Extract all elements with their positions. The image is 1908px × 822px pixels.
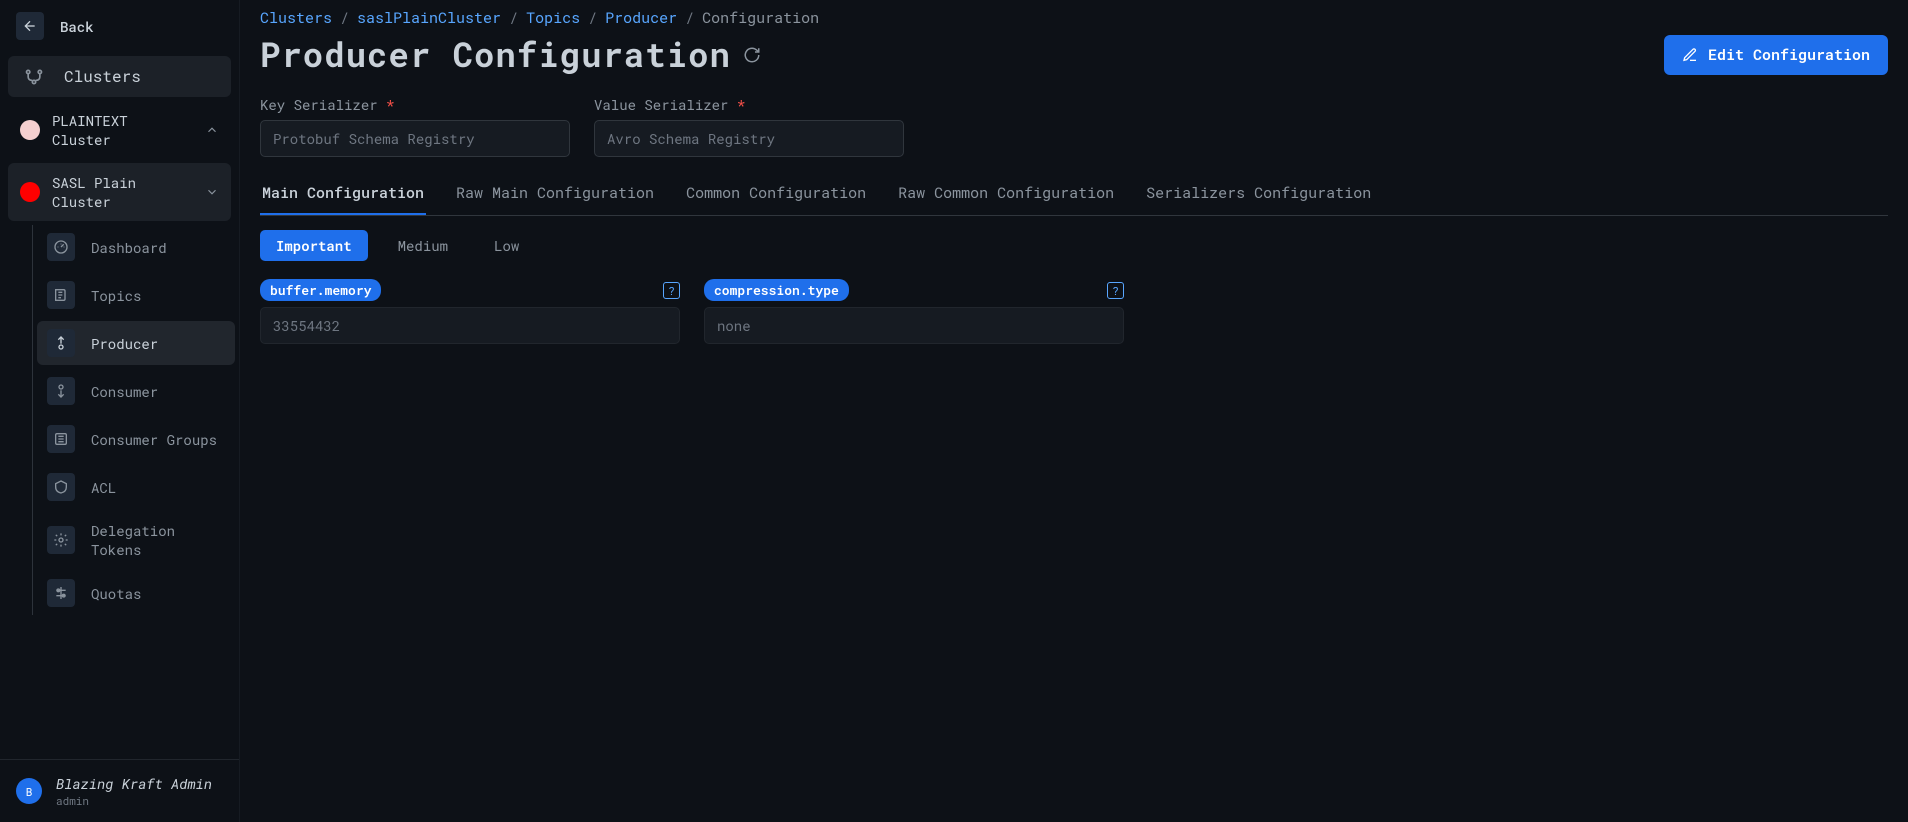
producer-icon	[47, 329, 75, 357]
cluster-name: SASL Plain Cluster	[52, 173, 193, 211]
filter-low[interactable]: Low	[478, 230, 535, 261]
key-serializer-label: Key Serializer *	[260, 95, 570, 114]
chevron-up-icon	[205, 123, 219, 137]
config-compression-type: compression.type ?	[704, 279, 1124, 344]
value-serializer-label: Value Serializer *	[594, 95, 904, 114]
nav-label: Consumer	[91, 382, 158, 401]
filter-important[interactable]: Important	[260, 230, 368, 261]
nav-label: Dashboard	[91, 238, 167, 257]
tab-raw-main-config[interactable]: Raw Main Configuration	[454, 173, 656, 215]
nav-consumer-groups[interactable]: Consumer Groups	[37, 417, 235, 461]
config-name-badge: compression.type	[704, 279, 849, 301]
cluster-name: PLAINTEXT Cluster	[52, 111, 193, 149]
nav-label: Quotas	[91, 584, 141, 603]
nav-acl[interactable]: ACL	[37, 465, 235, 509]
nav-delegation-tokens[interactable]: Delegation Tokens	[37, 513, 235, 567]
nav-topics[interactable]: Topics	[37, 273, 235, 317]
config-value-input[interactable]	[260, 307, 680, 344]
nav-list: Dashboard Topics Producer Consumer Consu…	[32, 225, 239, 615]
clusters-label: Clusters	[64, 66, 141, 87]
crumb-clusters[interactable]: Clusters	[260, 8, 332, 28]
edit-button-label: Edit Configuration	[1708, 45, 1870, 65]
acl-icon	[47, 473, 75, 501]
crumb-current: Configuration	[702, 8, 819, 28]
tab-raw-common-config[interactable]: Raw Common Configuration	[896, 173, 1116, 215]
crumb-sep: /	[588, 8, 597, 28]
breadcrumb: Clusters / saslPlainCluster / Topics / P…	[260, 8, 1888, 28]
main-content: Clusters / saslPlainCluster / Topics / P…	[240, 0, 1908, 822]
edit-configuration-button[interactable]: Edit Configuration	[1664, 35, 1888, 75]
refresh-icon[interactable]	[743, 46, 761, 64]
nav-producer[interactable]: Producer	[37, 321, 235, 365]
crumb-cluster-id[interactable]: saslPlainCluster	[357, 8, 501, 28]
crumb-producer[interactable]: Producer	[605, 8, 677, 28]
consumer-groups-icon	[47, 425, 75, 453]
cluster-status-dot	[20, 120, 40, 140]
tokens-icon	[47, 526, 75, 554]
crumb-sep: /	[509, 8, 518, 28]
nav-label: Producer	[91, 334, 158, 353]
config-tabs: Main Configuration Raw Main Configuratio…	[260, 173, 1888, 216]
nav-dashboard[interactable]: Dashboard	[37, 225, 235, 269]
user-name: Blazing Kraft Admin	[56, 774, 212, 793]
config-buffer-memory: buffer.memory ?	[260, 279, 680, 344]
cluster-item-plaintext[interactable]: PLAINTEXT Cluster	[8, 101, 231, 159]
nav-label: ACL	[91, 478, 116, 497]
quotas-icon	[47, 579, 75, 607]
cluster-status-dot	[20, 182, 40, 202]
user-role: admin	[56, 793, 212, 808]
crumb-sep: /	[685, 8, 694, 28]
back-button[interactable]: Back	[0, 0, 239, 52]
nav-label: Delegation Tokens	[91, 521, 225, 559]
clusters-icon	[24, 67, 44, 87]
topics-icon	[47, 281, 75, 309]
chevron-down-icon	[205, 185, 219, 199]
dashboard-icon	[47, 233, 75, 261]
tab-main-config[interactable]: Main Configuration	[260, 173, 426, 215]
help-icon[interactable]: ?	[663, 282, 680, 299]
avatar: B	[16, 778, 42, 804]
value-serializer-input[interactable]	[594, 120, 904, 157]
config-value-input[interactable]	[704, 307, 1124, 344]
page-title-text: Producer Configuration	[260, 32, 731, 77]
back-arrow-icon	[16, 12, 44, 40]
nav-quotas[interactable]: Quotas	[37, 571, 235, 615]
key-serializer-input[interactable]	[260, 120, 570, 157]
page-title: Producer Configuration	[260, 32, 761, 77]
cluster-item-sasl[interactable]: SASL Plain Cluster	[8, 163, 231, 221]
importance-filters: Important Medium Low	[260, 230, 1888, 261]
crumb-sep: /	[340, 8, 349, 28]
sidebar-footer[interactable]: B Blazing Kraft Admin admin	[0, 759, 239, 822]
consumer-icon	[47, 377, 75, 405]
filter-medium[interactable]: Medium	[382, 230, 464, 261]
crumb-topics[interactable]: Topics	[526, 8, 580, 28]
sidebar: Back Clusters PLAINTEXT Cluster SASL Pla…	[0, 0, 240, 822]
nav-label: Consumer Groups	[91, 430, 217, 449]
help-icon[interactable]: ?	[1107, 282, 1124, 299]
tab-common-config[interactable]: Common Configuration	[684, 173, 868, 215]
config-name-badge: buffer.memory	[260, 279, 381, 301]
back-label: Back	[60, 17, 94, 36]
nav-label: Topics	[91, 286, 141, 305]
sidebar-item-clusters[interactable]: Clusters	[8, 56, 231, 97]
pencil-icon	[1682, 47, 1698, 63]
nav-consumer[interactable]: Consumer	[37, 369, 235, 413]
tab-serializers-config[interactable]: Serializers Configuration	[1144, 173, 1373, 215]
